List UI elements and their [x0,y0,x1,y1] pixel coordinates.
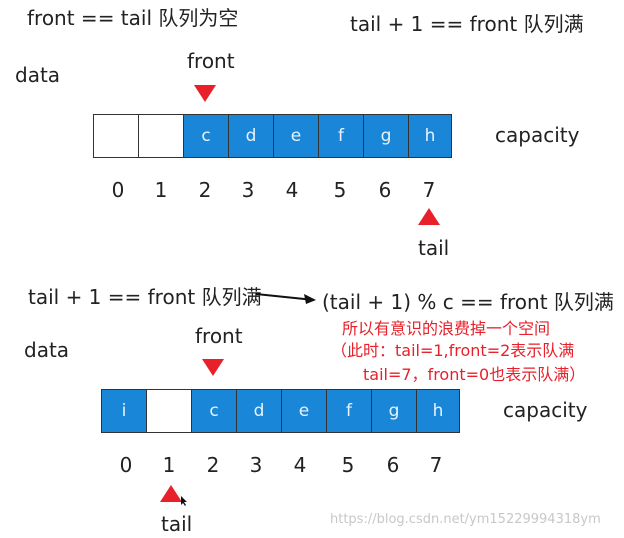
full-condition-text-2: tail + 1 == front 队列满 [28,285,262,309]
index-label-1: 1 [162,453,176,477]
watermark-text: https://blog.csdn.net/ym15229994318ym [330,512,601,527]
capacity-label: capacity [495,123,580,147]
index-label-6: 6 [386,453,400,477]
capacity-label-2: capacity [503,398,588,422]
front-label-2: front [195,324,243,348]
data-label: data [15,63,61,87]
note-line-3: tail=7，front=0也表示队满） [363,365,586,384]
queue-cell-2: c [191,389,237,433]
queue-cell-4: e [273,114,319,158]
index-label-4: 4 [285,178,299,202]
index-label-5: 5 [333,178,347,202]
queue-cell-1 [146,389,192,433]
arrow-icon [255,293,316,304]
index-label-0: 0 [111,178,125,202]
queue-cell-2: c [183,114,229,158]
index-label-2: 2 [198,178,212,202]
queue-cell-4: e [281,389,327,433]
front-pointer-icon [194,85,216,102]
queue-cell-6: g [371,389,417,433]
index-label-7: 7 [422,178,436,202]
empty-condition-text: front == tail 队列为空 [27,6,239,30]
queue-cell-5: f [326,389,372,433]
queue-cell-7: h [408,114,452,158]
queue-cell-0: i [101,389,147,433]
tail-label: tail [418,236,450,260]
tail-pointer-icon [418,208,440,225]
queue-cell-3: d [236,389,282,433]
index-label-5: 5 [341,453,355,477]
index-label-4: 4 [293,453,307,477]
mouse-cursor-icon [181,496,187,506]
tail-pointer-icon-2 [160,485,182,502]
queue-cell-0 [93,114,139,158]
index-label-6: 6 [378,178,392,202]
note-line-1: 所以有意识的浪费掉一个空间 [342,319,551,338]
tail-label-2: tail [161,512,193,536]
queue-cell-7: h [416,389,460,433]
index-label-2: 2 [206,453,220,477]
modulo-condition-text: (tail + 1) % c == front 队列满 [322,290,614,314]
queue-cell-1 [138,114,184,158]
index-label-3: 3 [249,453,263,477]
queue-cell-6: g [363,114,409,158]
queue-cell-5: f [318,114,364,158]
front-pointer-icon-2 [202,359,224,376]
index-label-7: 7 [429,453,443,477]
index-label-3: 3 [241,178,255,202]
index-label-0: 0 [119,453,133,477]
front-label: front [187,49,235,73]
note-line-2: （此时：tail=1,front=2表示队满 [331,341,575,360]
data-label-2: data [24,338,70,362]
index-label-1: 1 [154,178,168,202]
full-condition-text: tail + 1 == front 队列满 [350,12,584,36]
queue-cell-3: d [228,114,274,158]
